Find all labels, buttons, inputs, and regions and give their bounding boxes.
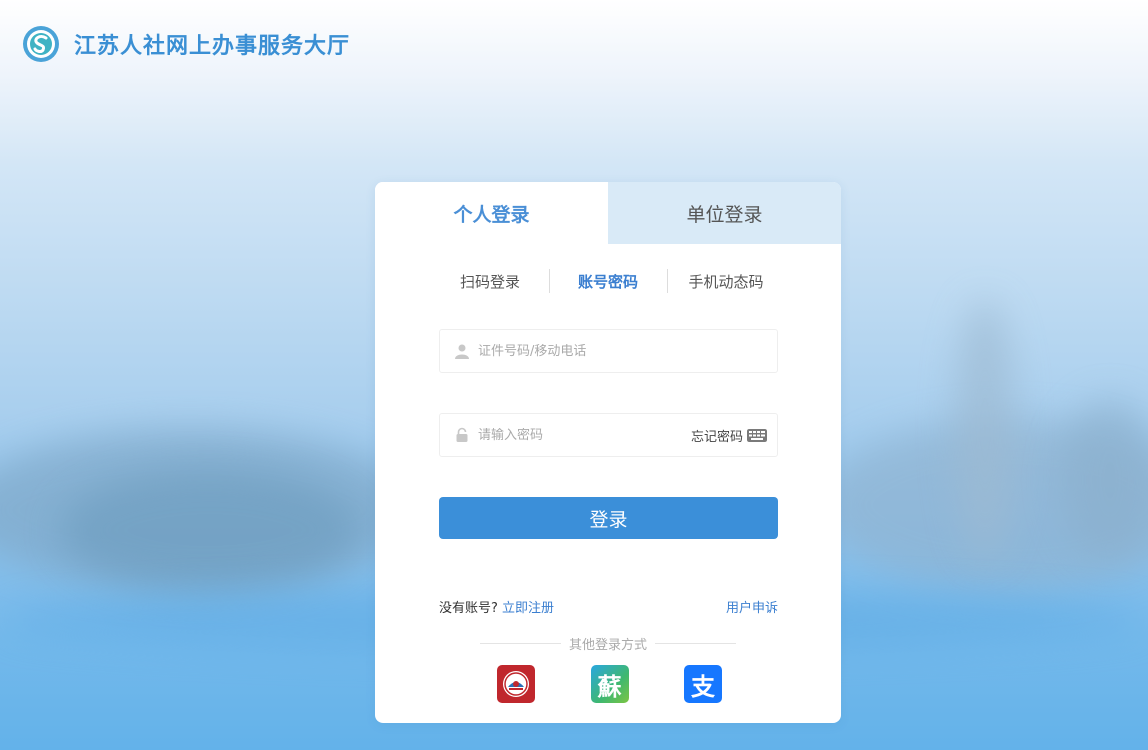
keyboard-icon[interactable]	[747, 428, 767, 442]
id-number-input[interactable]	[478, 343, 777, 359]
appeal-link[interactable]: 用户申诉	[726, 597, 778, 616]
hrss-badge-icon[interactable]	[497, 665, 535, 703]
site-header: 江苏人社网上办事服务大厅	[22, 25, 350, 63]
password-field-wrapper: 忘记密码	[439, 413, 778, 457]
no-account-text: 没有账号?	[439, 601, 498, 616]
login-type-tabs: 个人登录 单位登录	[375, 182, 841, 244]
account-links: 没有账号? 立即注册 用户申诉	[439, 597, 778, 616]
tab-sms-login[interactable]: 手机动态码	[668, 271, 785, 292]
divider-line	[655, 643, 737, 644]
register-prompt: 没有账号? 立即注册	[439, 597, 554, 616]
register-link[interactable]: 立即注册	[502, 601, 554, 616]
tab-password-login[interactable]: 账号密码	[550, 271, 667, 292]
other-login-divider: 其他登录方式	[480, 634, 737, 653]
hrss-logo-icon	[23, 26, 59, 62]
login-button[interactable]: 登录	[439, 497, 778, 539]
tab-qrcode-login[interactable]: 扫码登录	[432, 271, 549, 292]
divider-line	[480, 643, 561, 644]
login-method-tabs: 扫码登录 账号密码 手机动态码	[375, 268, 841, 294]
forgot-password-link[interactable]: 忘记密码	[691, 426, 743, 445]
login-card: 个人登录 单位登录 扫码登录 账号密码 手机动态码 忘记密码	[375, 182, 841, 723]
alt-login-methods: 蘇 支	[497, 665, 722, 703]
password-input[interactable]	[478, 427, 691, 443]
lock-icon	[456, 427, 468, 442]
alipay-glyph: 支	[691, 672, 715, 701]
hrss-emblem-icon	[503, 671, 529, 697]
site-title: 江苏人社网上办事服务大厅	[74, 33, 351, 59]
other-login-label: 其他登录方式	[569, 638, 648, 653]
id-field-wrapper	[439, 329, 778, 373]
alipay-icon[interactable]: 支	[684, 665, 722, 703]
user-icon	[455, 344, 469, 359]
su-character-icon[interactable]: 蘇	[590, 665, 629, 703]
tab-company-login[interactable]: 单位登录	[608, 182, 841, 244]
tab-personal-login[interactable]: 个人登录	[375, 182, 608, 244]
su-glyph: 蘇	[597, 671, 622, 701]
